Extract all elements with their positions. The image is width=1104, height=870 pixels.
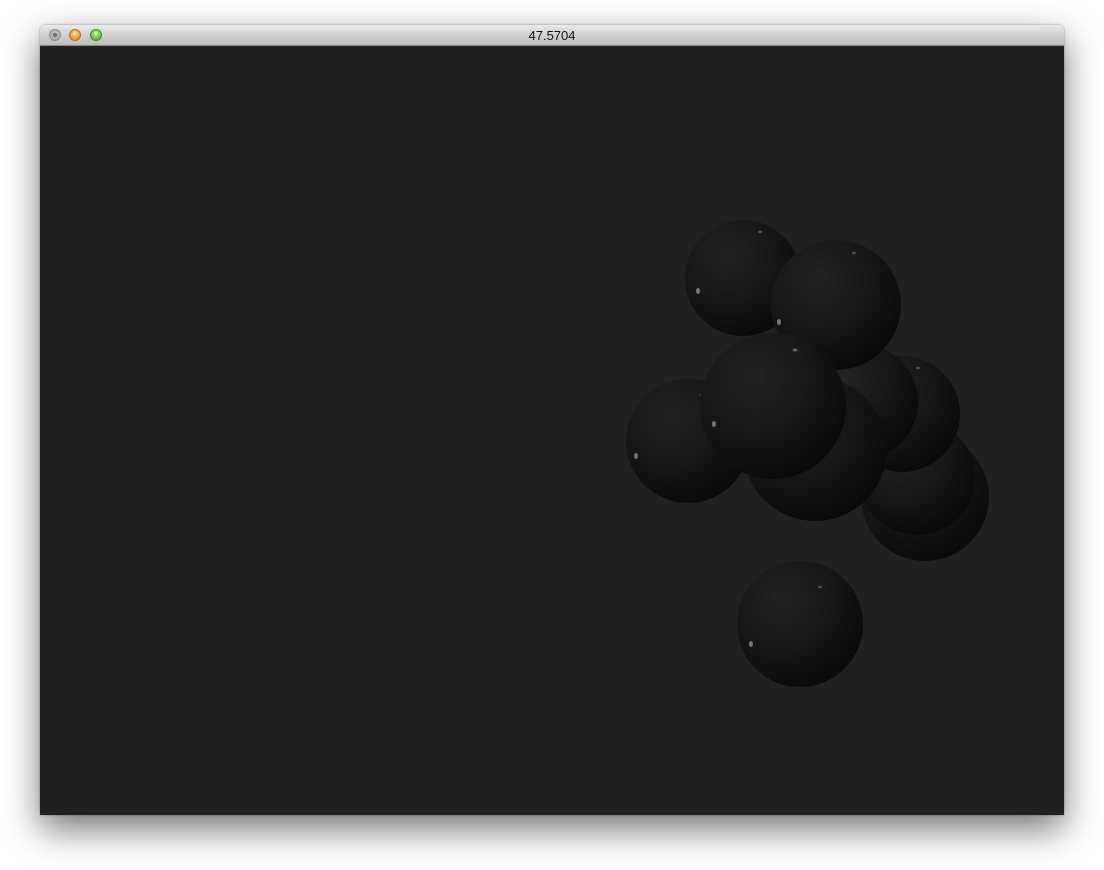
app-window: 47.5704 — [40, 25, 1064, 815]
sphere — [700, 333, 846, 479]
window-title: 47.5704 — [528, 28, 576, 43]
render-viewport[interactable] — [40, 46, 1064, 815]
title-bar[interactable]: 47.5704 — [40, 25, 1064, 46]
sphere — [737, 561, 863, 687]
scene-canvas — [626, 220, 989, 687]
